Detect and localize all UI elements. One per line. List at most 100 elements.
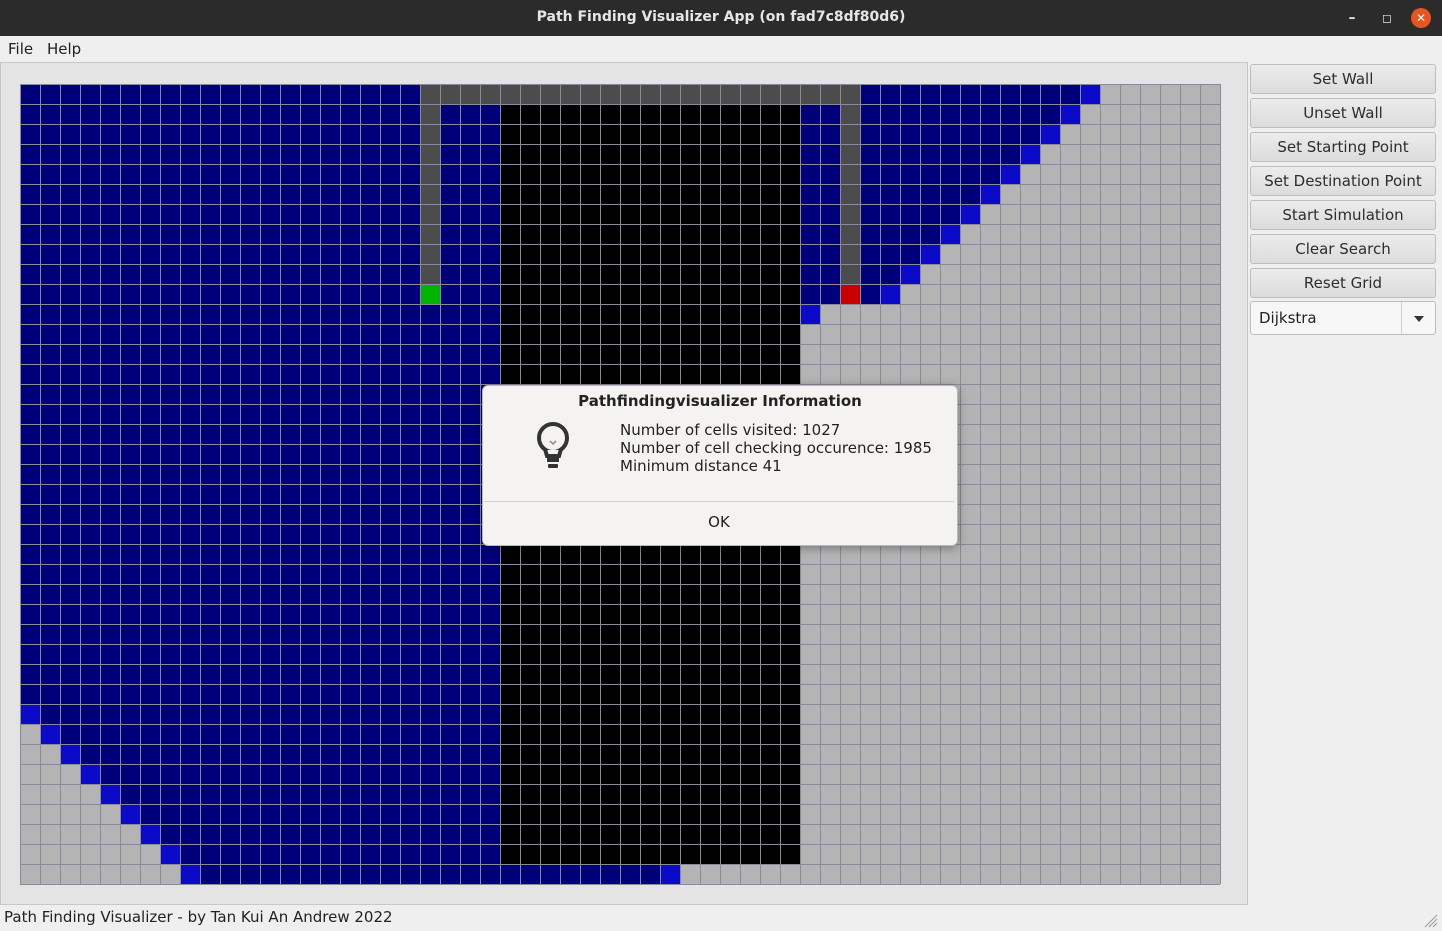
grid-cell[interactable] (460, 124, 480, 144)
grid-cell[interactable] (40, 744, 60, 764)
grid-cell[interactable] (180, 144, 200, 164)
grid-cell[interactable] (640, 324, 660, 344)
grid-cell[interactable] (480, 244, 500, 264)
grid-cell[interactable] (120, 344, 140, 364)
grid-cell[interactable] (580, 644, 600, 664)
grid-cell[interactable] (660, 144, 680, 164)
grid-cell[interactable] (140, 244, 160, 264)
grid-cell[interactable] (740, 304, 760, 324)
grid-cell[interactable] (200, 324, 220, 344)
grid-cell[interactable] (180, 864, 200, 884)
grid-cell[interactable] (780, 124, 800, 144)
grid-cell[interactable] (660, 864, 680, 884)
grid-cell[interactable] (720, 804, 740, 824)
grid-cell[interactable] (1080, 244, 1100, 264)
grid-cell[interactable] (500, 544, 520, 564)
grid-cell[interactable] (800, 684, 820, 704)
grid-cell[interactable] (680, 324, 700, 344)
grid-cell[interactable] (900, 704, 920, 724)
grid-cell[interactable] (460, 544, 480, 564)
grid-cell[interactable] (700, 264, 720, 284)
grid-cell[interactable] (860, 184, 880, 204)
grid-cell[interactable] (40, 404, 60, 424)
grid-cell[interactable] (360, 424, 380, 444)
grid-cell[interactable] (860, 764, 880, 784)
grid-cell[interactable] (260, 784, 280, 804)
grid-cell[interactable] (800, 344, 820, 364)
grid-cell[interactable] (80, 484, 100, 504)
grid-cell[interactable] (600, 764, 620, 784)
grid-cell[interactable] (120, 324, 140, 344)
grid-cell[interactable] (240, 264, 260, 284)
grid-cell[interactable] (1120, 104, 1140, 124)
grid-cell[interactable] (420, 164, 440, 184)
grid-cell[interactable] (840, 224, 860, 244)
grid-cell[interactable] (700, 784, 720, 804)
grid-cell[interactable] (780, 724, 800, 744)
grid-cell[interactable] (680, 184, 700, 204)
grid-cell[interactable] (680, 824, 700, 844)
grid-cell[interactable] (100, 544, 120, 564)
grid-cell[interactable] (480, 224, 500, 244)
chevron-down-icon[interactable] (1414, 316, 1424, 322)
grid-cell[interactable] (1000, 184, 1020, 204)
grid-cell[interactable] (100, 584, 120, 604)
grid-cell[interactable] (540, 564, 560, 584)
grid-cell[interactable] (1200, 784, 1220, 804)
grid-cell[interactable] (700, 304, 720, 324)
grid-cell[interactable] (460, 504, 480, 524)
grid-cell[interactable] (340, 264, 360, 284)
grid-cell[interactable] (80, 264, 100, 284)
grid-cell[interactable] (800, 144, 820, 164)
grid-cell[interactable] (380, 244, 400, 264)
grid-cell[interactable] (1020, 504, 1040, 524)
grid-cell[interactable] (740, 804, 760, 824)
grid-cell[interactable] (400, 804, 420, 824)
grid-cell[interactable] (380, 704, 400, 724)
grid-cell[interactable] (600, 564, 620, 584)
grid-cell[interactable] (960, 504, 980, 524)
grid-cell[interactable] (620, 204, 640, 224)
grid-cell[interactable] (200, 604, 220, 624)
grid-cell[interactable] (940, 364, 960, 384)
grid-cell[interactable] (600, 824, 620, 844)
grid-cell[interactable] (960, 584, 980, 604)
grid-cell[interactable] (460, 824, 480, 844)
grid-cell[interactable] (380, 604, 400, 624)
grid-cell[interactable] (740, 604, 760, 624)
grid-cell[interactable] (940, 244, 960, 264)
grid-cell[interactable] (80, 524, 100, 544)
grid-cell[interactable] (140, 264, 160, 284)
grid-cell[interactable] (360, 744, 380, 764)
grid-cell[interactable] (20, 304, 40, 324)
grid-cell[interactable] (1040, 184, 1060, 204)
grid-cell[interactable] (1140, 724, 1160, 744)
grid-cell[interactable] (1180, 384, 1200, 404)
grid-cell[interactable] (360, 864, 380, 884)
grid-cell[interactable] (440, 364, 460, 384)
grid-cell[interactable] (1140, 264, 1160, 284)
grid-cell[interactable] (980, 444, 1000, 464)
grid-cell[interactable] (340, 284, 360, 304)
grid-cell[interactable] (980, 384, 1000, 404)
grid-cell[interactable] (80, 844, 100, 864)
grid-cell[interactable] (360, 524, 380, 544)
grid-cell[interactable] (220, 404, 240, 424)
grid-cell[interactable] (400, 604, 420, 624)
grid-cell[interactable] (420, 744, 440, 764)
grid-cell[interactable] (980, 544, 1000, 564)
grid-cell[interactable] (800, 544, 820, 564)
grid-cell[interactable] (280, 764, 300, 784)
grid-cell[interactable] (380, 844, 400, 864)
grid-cell[interactable] (480, 624, 500, 644)
grid-cell[interactable] (440, 664, 460, 684)
grid-cell[interactable] (280, 384, 300, 404)
menu-help[interactable]: Help (47, 40, 81, 58)
grid-cell[interactable] (960, 384, 980, 404)
grid-cell[interactable] (120, 144, 140, 164)
grid-cell[interactable] (200, 304, 220, 324)
grid-cell[interactable] (600, 544, 620, 564)
grid-cell[interactable] (100, 344, 120, 364)
grid-cell[interactable] (520, 744, 540, 764)
grid-cell[interactable] (400, 344, 420, 364)
